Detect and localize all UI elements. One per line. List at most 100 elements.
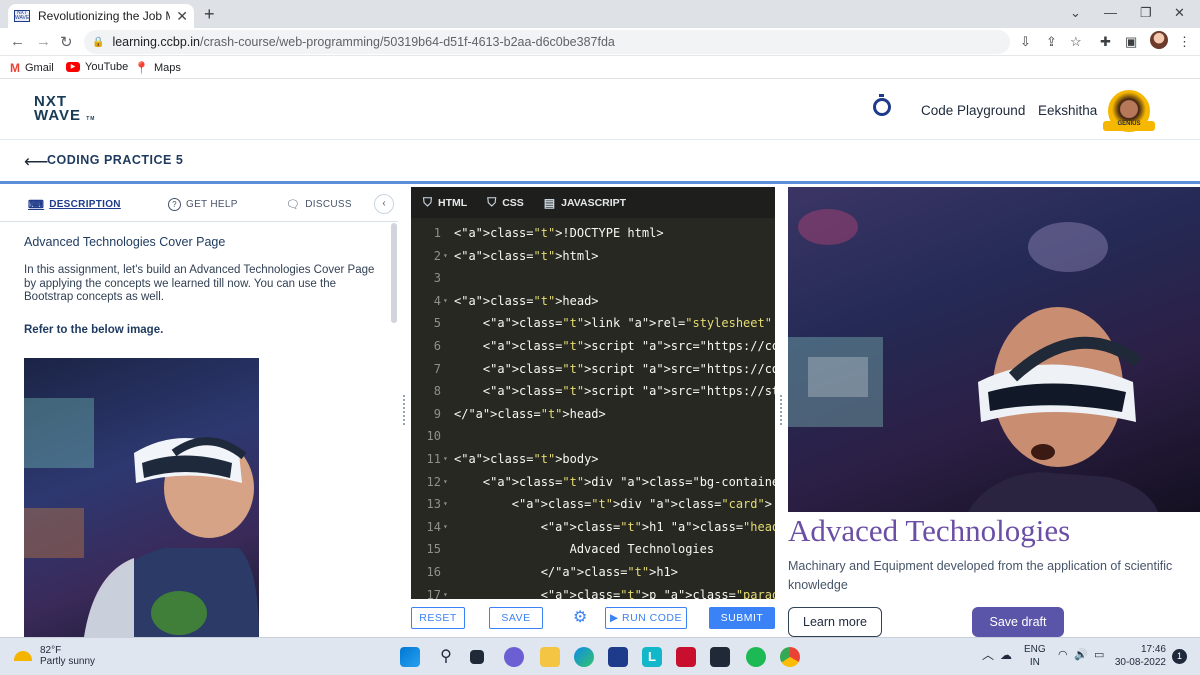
code-line[interactable]: 13 ▾ <"a">class="t">div "a">class="card"> bbox=[411, 493, 775, 515]
tab-html[interactable]: ⛉ HTML bbox=[423, 195, 467, 210]
task-view-icon[interactable] bbox=[470, 650, 484, 664]
tab-description[interactable]: ⌨ DESCRIPTION bbox=[28, 198, 121, 211]
code-text: <"a">class="t">h1 "a">class="heading"> bbox=[454, 519, 775, 534]
clock[interactable]: 17:46 30-08-2022 bbox=[1114, 643, 1166, 669]
mcafee-icon[interactable] bbox=[676, 647, 696, 667]
code-line[interactable]: 4 ▾ <"a">class="t">head> bbox=[411, 290, 775, 312]
menu-dots-icon[interactable]: ⋮ bbox=[1178, 34, 1191, 50]
search-icon[interactable]: ⚲ bbox=[436, 647, 456, 667]
left-splitter-handle[interactable] bbox=[403, 395, 406, 425]
battery-icon[interactable]: ▭ bbox=[1094, 649, 1104, 662]
app-icon[interactable] bbox=[710, 647, 730, 667]
code-line[interactable]: 17▾ <"a">class="t">p "a">class="paragrap… bbox=[411, 584, 775, 599]
save-button[interactable]: SAVE bbox=[489, 607, 543, 629]
fold-arrow-icon[interactable]: ▾ bbox=[443, 493, 448, 515]
tray-expand-icon[interactable]: ︿ bbox=[982, 649, 994, 662]
code-text: <"a">class="t">script "a">src="https://s… bbox=[454, 384, 775, 399]
code-line[interactable]: 10 bbox=[411, 425, 775, 447]
code-line[interactable]: 14▾ <"a">class="t">h1 "a">class="heading… bbox=[411, 516, 775, 538]
code-line[interactable]: 1 <"a">class="t">!DOCTYPE html> bbox=[411, 222, 775, 244]
right-splitter-handle[interactable] bbox=[780, 395, 783, 425]
code-line[interactable]: 12 ▾ <"a">class="t">div "a">class="bg-con… bbox=[411, 471, 775, 493]
minimize-icon[interactable]: — bbox=[1104, 5, 1117, 20]
restore-icon[interactable]: ❐ bbox=[1140, 5, 1152, 21]
tab-css[interactable]: ⛉ CSS bbox=[487, 195, 524, 210]
windows-start-icon[interactable] bbox=[400, 647, 420, 667]
code-line[interactable]: 16 </"a">class="t">h1> bbox=[411, 561, 775, 583]
code-line[interactable]: 8 <"a">class="t">script "a">src="https:/… bbox=[411, 380, 775, 402]
install-icon[interactable]: ⇩ bbox=[1020, 34, 1031, 50]
back-arrow-icon[interactable]: ⟵ bbox=[24, 152, 48, 172]
code-line[interactable]: 11 ▾ <"a">class="t">body> bbox=[411, 448, 775, 470]
logo-line2: WAVE bbox=[34, 107, 82, 124]
tab-javascript[interactable]: ▤ JAVASCRIPT bbox=[544, 196, 626, 210]
extensions-icon[interactable]: ✚ bbox=[1100, 34, 1111, 50]
code-line[interactable]: 9 </"a">class="t">head> bbox=[411, 403, 775, 425]
save-draft-button[interactable]: Save draft bbox=[972, 607, 1064, 637]
chrome-icon[interactable] bbox=[780, 647, 800, 667]
forward-icon[interactable]: → bbox=[36, 33, 51, 50]
fold-arrow-icon[interactable]: ▾ bbox=[443, 516, 448, 538]
submit-button[interactable]: SUBMIT bbox=[709, 607, 775, 629]
tab-get-help[interactable]: ? GET HELP bbox=[168, 198, 238, 211]
gear-icon[interactable]: ⚙ bbox=[573, 607, 587, 627]
code-line[interactable]: 5 <"a">class="t">link "a">rel="styleshee… bbox=[411, 312, 775, 334]
run-code-button[interactable]: ▶ RUN CODE bbox=[605, 607, 687, 629]
tab-discuss[interactable]: 🗨 DISCUSS bbox=[286, 198, 352, 211]
file-explorer-icon[interactable] bbox=[540, 647, 560, 667]
learn-more-button[interactable]: Learn more bbox=[788, 607, 882, 637]
line-number: 6 bbox=[433, 339, 441, 353]
line-number: 7 bbox=[433, 361, 441, 376]
reload-icon[interactable]: ↻ bbox=[60, 33, 73, 51]
description-scrollbar[interactable] bbox=[391, 223, 397, 323]
app-l-icon[interactable]: L bbox=[642, 647, 662, 667]
new-tab-button[interactable]: + bbox=[204, 4, 215, 25]
code-text: <"a">class="t">html> bbox=[454, 248, 599, 263]
profile-avatar[interactable] bbox=[1150, 31, 1168, 49]
notification-badge[interactable]: 1 bbox=[1172, 649, 1187, 664]
fold-arrow-icon[interactable]: ▾ bbox=[443, 245, 448, 267]
fold-arrow-icon[interactable]: ▾ bbox=[443, 471, 448, 493]
code-editor[interactable]: ⛉ HTML ⛉ CSS ▤ JAVASCRIPT 1 <"a">class="t… bbox=[411, 187, 775, 599]
css3-icon: ⛉ bbox=[487, 195, 497, 209]
code-line[interactable]: 6 <"a">class="t">script "a">src="https:/… bbox=[411, 335, 775, 357]
code-text: <"a">class="t">link "a">rel="stylesheet"… bbox=[454, 316, 772, 331]
nxtwave-logo[interactable]: NXT WAVE TM bbox=[34, 94, 95, 126]
address-bar[interactable]: 🔒 learning.ccbp.in/crash-course/web-prog… bbox=[84, 30, 1010, 54]
code-playground-link[interactable]: Code Playground bbox=[921, 103, 1025, 118]
edge-icon[interactable] bbox=[574, 647, 594, 667]
share-icon[interactable]: ⇪ bbox=[1046, 34, 1057, 50]
cloud-icon[interactable]: ☁ bbox=[1000, 649, 1012, 662]
close-window-icon[interactable]: ✕ bbox=[1174, 5, 1185, 21]
fold-arrow-icon[interactable]: ▾ bbox=[443, 290, 448, 312]
fold-arrow-icon[interactable]: ▾ bbox=[443, 584, 448, 599]
weather-widget[interactable]: 82°F Partly sunny bbox=[14, 645, 95, 667]
bookmark-gmail[interactable]: M Gmail bbox=[10, 61, 54, 75]
code-line[interactable]: 7 <"a">class="t">script "a">src="https:/… bbox=[411, 358, 775, 380]
bookmark-maps[interactable]: 📍 Maps bbox=[134, 61, 181, 75]
volume-icon[interactable]: 🔊 bbox=[1074, 649, 1088, 662]
fold-arrow-icon[interactable]: ▾ bbox=[443, 448, 448, 470]
wifi-icon[interactable]: ◠ bbox=[1058, 649, 1068, 662]
collapse-pane-button[interactable]: ‹ bbox=[374, 194, 394, 214]
code-line[interactable]: 3 bbox=[411, 267, 775, 289]
tab-search-icon[interactable]: ⌄ bbox=[1070, 5, 1081, 21]
teams-chat-icon[interactable] bbox=[504, 647, 524, 667]
sidepanel-icon[interactable]: ▣ bbox=[1125, 34, 1137, 50]
store-icon[interactable] bbox=[608, 647, 628, 667]
region-code: IN bbox=[1029, 657, 1040, 668]
username[interactable]: Eekshitha bbox=[1038, 103, 1097, 118]
lock-icon[interactable]: 🔒 bbox=[92, 37, 104, 48]
back-icon[interactable]: ← bbox=[10, 33, 25, 50]
bookmark-youtube[interactable]: ▶ YouTube bbox=[66, 61, 128, 73]
stopwatch-icon[interactable] bbox=[873, 94, 891, 116]
tab-close-icon[interactable]: ✕ bbox=[176, 8, 188, 25]
spotify-icon[interactable] bbox=[746, 647, 766, 667]
code-line[interactable]: 15 Advaced Technologies bbox=[411, 538, 775, 560]
reset-button[interactable]: RESET bbox=[411, 607, 465, 629]
bookmark-star-icon[interactable]: ☆ bbox=[1070, 34, 1082, 50]
browser-tab[interactable]: NXT WAVE Revolutionizing the Job Market … bbox=[8, 4, 194, 28]
code-line[interactable]: 2 ▾ <"a">class="t">html> bbox=[411, 245, 775, 267]
language-indicator[interactable]: ENG IN bbox=[1024, 643, 1046, 669]
youtube-icon: ▶ bbox=[66, 62, 80, 72]
